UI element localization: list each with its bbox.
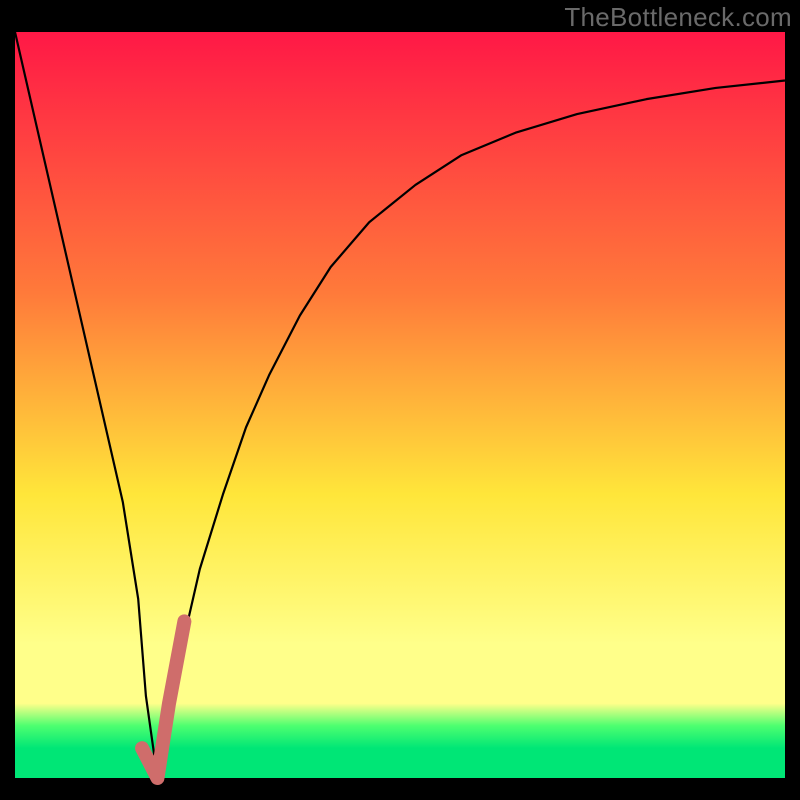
watermark-text: TheBottleneck.com xyxy=(564,2,792,33)
plot-background xyxy=(15,32,785,778)
chart-frame: TheBottleneck.com xyxy=(0,0,800,800)
bottleneck-chart xyxy=(0,0,800,800)
